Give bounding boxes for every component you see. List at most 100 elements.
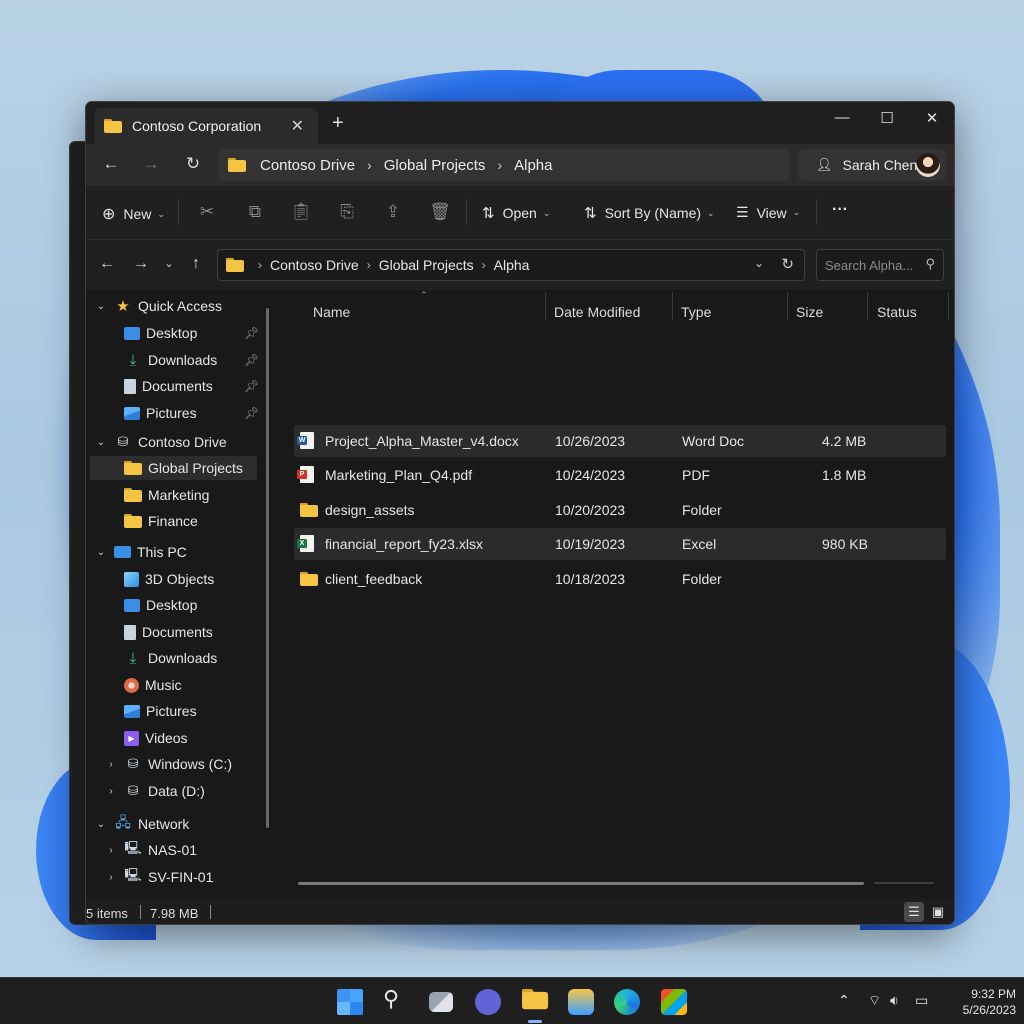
pin-icon[interactable]: 📌︎ [244,353,259,367]
copy-icon[interactable]: ⧉ [244,202,266,222]
wifi-icon[interactable]: ⌔ [868,992,881,1010]
column-divider[interactable] [948,292,949,320]
column-divider[interactable] [672,292,673,320]
table-row[interactable]: W Project_Alpha_Master_v4.docx 10/26/202… [294,425,946,457]
chevron-right-icon[interactable]: › [104,872,118,883]
address-bar[interactable]: › Contoso Drive › Global Projects › Alph… [217,249,805,281]
breadcrumb-contoso-drive[interactable]: Contoso Drive [260,157,355,174]
location-bar[interactable]: Contoso Drive › Global Projects › Alpha [218,149,790,181]
close-window-button[interactable]: ✕ [917,109,947,127]
view-button[interactable]: ☰ View ⌄ [736,204,800,221]
chevron-up-icon[interactable]: ⌃ [838,992,850,1009]
chevron-right-icon[interactable]: › [104,759,118,770]
edge-browser-icon[interactable] [614,989,640,1015]
sidebar-item-quick-access[interactable]: ⌄ ★ Quick Access [94,294,222,318]
breadcrumb-global-projects[interactable]: Global Projects [384,157,486,174]
up-arrow-icon[interactable]: ↑ [186,255,206,273]
share-icon[interactable]: ⇪ [382,202,404,222]
address-crumb-contoso-drive[interactable]: Contoso Drive [270,257,359,273]
sidebar-item-data-d[interactable]: › ⛁ Data (D:) [104,779,204,803]
column-divider[interactable] [867,292,868,320]
sidebar-item-global-projects[interactable]: Global Projects [90,456,257,480]
sidebar-item-music[interactable]: Music [124,673,182,697]
pin-icon[interactable]: 📌︎ [244,379,259,393]
sidebar-item-sv-fin-01[interactable]: › 🖳︎ SV-FIN-01 [104,865,213,889]
chevron-right-icon[interactable]: › [104,845,118,856]
sidebar-item-desktop-pc[interactable]: Desktop [124,593,197,617]
sidebar-item-downloads-pc[interactable]: ⤓ Downloads [124,646,218,670]
sidebar-item-3d-objects[interactable]: 3D Objects [124,567,214,591]
clock[interactable]: 9:32 PM 5/26/2023 [940,986,1016,1018]
sidebar-item-documents-pc[interactable]: Documents [124,620,213,644]
recent-locations-icon[interactable]: ⌄ [159,257,179,270]
column-divider[interactable] [787,292,788,320]
details-view-button[interactable]: ☰ [904,902,924,922]
file-explorer-icon[interactable] [522,989,549,1015]
table-row[interactable]: P Marketing_Plan_Q4.pdf 10/24/2023 PDF 1… [294,459,946,491]
delete-icon[interactable]: 🗑︎ [429,202,451,222]
back-arrow-icon[interactable]: ← [97,255,117,273]
chevron-down-icon[interactable]: ⌄ [94,301,108,312]
chevron-down-icon[interactable]: ⌄ [94,547,108,558]
table-row[interactable]: client_feedback 10/18/2023 Folder [294,563,946,595]
search-icon[interactable]: ⚲ [383,986,409,1012]
close-tab-icon[interactable]: ✕ [291,116,304,136]
column-header-date-modified[interactable]: Date Modified [554,304,640,320]
sidebar-item-desktop[interactable]: Desktop [124,321,197,345]
volume-icon[interactable]: 🔉︎ [890,992,899,1009]
column-header-size[interactable]: Size [796,304,823,320]
column-header-status[interactable]: Status [877,304,917,320]
chevron-down-icon[interactable]: ⌄ [94,437,108,448]
forward-arrow-icon[interactable]: → [131,255,151,273]
task-view-icon[interactable] [429,992,453,1012]
rename-icon[interactable]: ⎘ [336,202,358,222]
pin-icon[interactable]: 📌︎ [244,326,259,340]
address-crumb-alpha[interactable]: Alpha [494,257,530,273]
sidebar-item-contoso-drive[interactable]: ⌄ ⛁ Contoso Drive [94,430,227,454]
forward-arrow-icon[interactable]: → [140,154,162,174]
sort-button[interactable]: ⇅ Sort By (Name) ⌄ [584,204,715,222]
sidebar-item-pictures[interactable]: Pictures [124,401,197,425]
chevron-down-icon[interactable]: ⌄ [94,819,108,830]
sidebar-item-this-pc[interactable]: ⌄ This PC [94,540,187,564]
sidebar-scrollbar[interactable] [266,308,269,828]
account-button[interactable]: 👤︎ Sarah Chen [798,149,946,181]
search-input[interactable]: Search Alpha... ⚲ [816,249,944,281]
sidebar-item-finance[interactable]: Finance [124,509,198,533]
column-header-name[interactable]: Name [313,304,350,320]
sidebar-item-pictures-pc[interactable]: Pictures [124,699,197,723]
sidebar-item-nas-01[interactable]: › 🖳︎ NAS-01 [104,838,197,862]
breadcrumb-alpha[interactable]: Alpha [514,157,552,174]
sidebar-item-network[interactable]: ⌄ 🖧︎ Network [94,812,190,836]
table-row[interactable]: X financial_report_fy23.xlsx 10/19/2023 … [294,528,946,560]
minimize-button[interactable]: — [827,109,857,126]
address-crumb-global-projects[interactable]: Global Projects [379,257,474,273]
sidebar-item-windows-c[interactable]: › ⛁ Windows (C:) [104,752,232,776]
horizontal-scrollbar[interactable] [298,882,864,885]
new-tab-button[interactable]: + [332,112,344,135]
start-button[interactable] [337,989,363,1015]
store-icon[interactable] [661,989,687,1015]
mail-icon[interactable] [568,989,594,1015]
sidebar-item-marketing[interactable]: Marketing [124,483,209,507]
chevron-right-icon[interactable]: › [104,786,118,797]
sidebar-item-downloads[interactable]: ⤓ Downloads [124,348,218,372]
back-arrow-icon[interactable]: ← [100,154,122,174]
more-options-button[interactable]: ··· [832,201,848,219]
sidebar-item-documents[interactable]: Documents [124,374,213,398]
open-button[interactable]: ⇅ Open ⌄ [482,204,550,222]
cut-icon[interactable]: ✂ [196,202,218,222]
large-icons-view-button[interactable]: ▣ [928,902,948,922]
column-divider[interactable] [545,292,546,320]
pin-icon[interactable]: 📌︎ [244,406,259,420]
battery-icon[interactable]: ▭ [915,992,928,1009]
column-header-type[interactable]: Type [681,304,711,320]
sidebar-item-videos[interactable]: ▶ Videos [124,726,188,750]
refresh-icon[interactable]: ↻ [781,255,794,273]
new-button[interactable]: ⊕ New ⌄ [102,204,165,224]
chat-icon[interactable] [475,989,501,1015]
paste-icon[interactable]: 📋︎ [290,202,312,222]
chevron-down-icon[interactable]: ⌄ [754,256,764,270]
refresh-icon[interactable]: ↻ [182,154,204,174]
maximize-button[interactable]: ☐ [872,109,902,127]
